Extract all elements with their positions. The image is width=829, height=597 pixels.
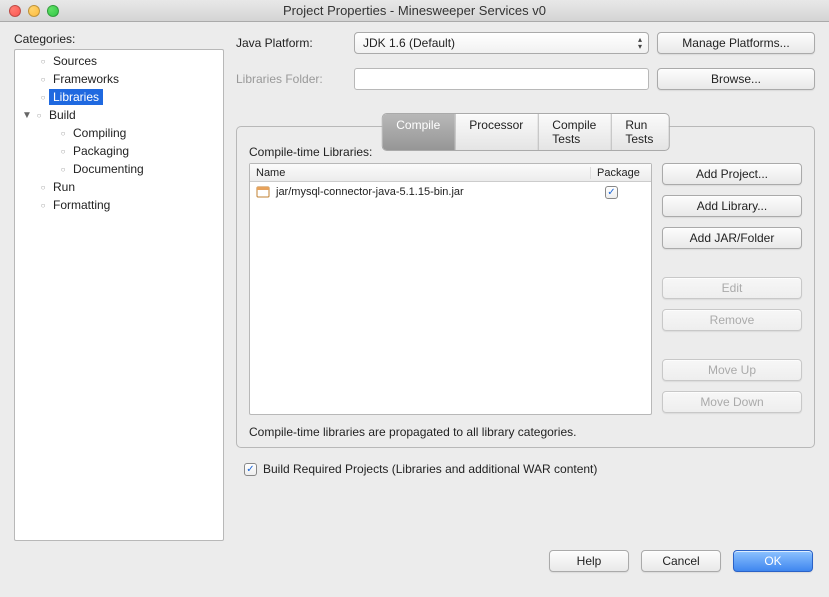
tab-label: Compile Tests bbox=[552, 118, 596, 146]
tab-run-tests[interactable]: Run Tests bbox=[611, 114, 668, 150]
libraries-section: Compile Processor Compile Tests Run Test… bbox=[236, 126, 815, 448]
ok-button[interactable]: OK bbox=[733, 550, 813, 572]
tree-item-run[interactable]: ○ Run bbox=[15, 178, 223, 196]
jar-icon bbox=[256, 185, 270, 199]
java-platform-label: Java Platform: bbox=[236, 36, 346, 50]
close-icon[interactable] bbox=[9, 5, 21, 17]
button-label: OK bbox=[764, 554, 781, 568]
disclosure-triangle-icon[interactable]: ▼ bbox=[21, 110, 33, 121]
window-title: Project Properties - Minesweeper Service… bbox=[0, 3, 829, 18]
bullet-icon: ○ bbox=[37, 93, 49, 102]
move-down-button: Move Down bbox=[662, 391, 802, 413]
categories-tree[interactable]: ○ Sources ○ Frameworks ○ Libraries ▼ ○ B… bbox=[14, 49, 224, 541]
remove-button: Remove bbox=[662, 309, 802, 331]
combo-arrows-icon: ▴▾ bbox=[638, 36, 642, 50]
table-header: Name Package bbox=[250, 164, 651, 182]
add-library-button[interactable]: Add Library... bbox=[662, 195, 802, 217]
edit-button: Edit bbox=[662, 277, 802, 299]
tree-item-libraries[interactable]: ○ Libraries bbox=[15, 88, 223, 106]
tree-label: Build bbox=[45, 107, 80, 123]
tree-item-compiling[interactable]: ○ Compiling bbox=[15, 124, 223, 142]
bullet-icon: ○ bbox=[33, 111, 45, 120]
bullet-icon: ○ bbox=[37, 75, 49, 84]
tab-label: Run Tests bbox=[625, 118, 653, 146]
bullet-icon: ○ bbox=[37, 183, 49, 192]
add-jar-button[interactable]: Add JAR/Folder bbox=[662, 227, 802, 249]
button-label: Add JAR/Folder bbox=[690, 231, 775, 245]
bullet-icon: ○ bbox=[37, 57, 49, 66]
tree-item-formatting[interactable]: ○ Formatting bbox=[15, 196, 223, 214]
button-label: Add Project... bbox=[696, 167, 768, 181]
column-package[interactable]: Package bbox=[591, 167, 651, 179]
libraries-folder-label: Libraries Folder: bbox=[236, 72, 346, 86]
tree-item-frameworks[interactable]: ○ Frameworks bbox=[15, 70, 223, 88]
tree-item-sources[interactable]: ○ Sources bbox=[15, 52, 223, 70]
button-label: Help bbox=[577, 554, 602, 568]
tree-label: Documenting bbox=[69, 161, 148, 177]
cancel-button[interactable]: Cancel bbox=[641, 550, 721, 572]
tab-compile[interactable]: Compile bbox=[382, 114, 455, 150]
button-label: Remove bbox=[710, 313, 755, 327]
libraries-footnote: Compile-time libraries are propagated to… bbox=[249, 425, 802, 439]
bullet-icon: ○ bbox=[57, 147, 69, 156]
titlebar: Project Properties - Minesweeper Service… bbox=[0, 0, 829, 22]
zoom-icon[interactable] bbox=[47, 5, 59, 17]
column-name[interactable]: Name bbox=[250, 167, 591, 179]
tree-item-build[interactable]: ▼ ○ Build bbox=[15, 106, 223, 124]
tree-label: Packaging bbox=[69, 143, 133, 159]
add-project-button[interactable]: Add Project... bbox=[662, 163, 802, 185]
tree-label: Sources bbox=[49, 53, 101, 69]
move-up-button: Move Up bbox=[662, 359, 802, 381]
button-label: Move Up bbox=[708, 363, 756, 377]
tree-label: Frameworks bbox=[49, 71, 123, 87]
bullet-icon: ○ bbox=[37, 201, 49, 210]
button-label: Add Library... bbox=[697, 199, 767, 213]
build-required-checkbox[interactable]: ✓ bbox=[244, 463, 257, 476]
package-checkbox[interactable]: ✓ bbox=[605, 186, 618, 199]
java-platform-value: JDK 1.6 (Default) bbox=[363, 36, 455, 50]
libraries-table[interactable]: Name Package jar/mysql-connector-java-5.… bbox=[249, 163, 652, 415]
tree-label: Run bbox=[49, 179, 79, 195]
categories-heading: Categories: bbox=[14, 32, 224, 46]
help-button[interactable]: Help bbox=[549, 550, 629, 572]
dialog-button-bar: Help Cancel OK bbox=[0, 545, 829, 587]
tree-item-packaging[interactable]: ○ Packaging bbox=[15, 142, 223, 160]
tab-processor[interactable]: Processor bbox=[455, 114, 538, 150]
libraries-folder-field[interactable] bbox=[354, 68, 649, 90]
tab-label: Processor bbox=[469, 118, 523, 132]
button-label: Move Down bbox=[700, 395, 763, 409]
tab-label: Compile bbox=[396, 118, 440, 132]
tree-item-documenting[interactable]: ○ Documenting bbox=[15, 160, 223, 178]
browse-button[interactable]: Browse... bbox=[657, 68, 815, 90]
build-required-label: Build Required Projects (Libraries and a… bbox=[263, 462, 597, 476]
tree-label: Compiling bbox=[69, 125, 130, 141]
button-label: Edit bbox=[722, 281, 743, 295]
tab-compile-tests[interactable]: Compile Tests bbox=[538, 114, 611, 150]
libraries-tabs: Compile Processor Compile Tests Run Test… bbox=[381, 113, 670, 151]
bullet-icon: ○ bbox=[57, 165, 69, 174]
manage-platforms-button[interactable]: Manage Platforms... bbox=[657, 32, 815, 54]
button-label: Cancel bbox=[662, 554, 699, 568]
window-controls bbox=[0, 5, 59, 17]
button-label: Browse... bbox=[711, 72, 761, 86]
bullet-icon: ○ bbox=[57, 129, 69, 138]
library-name: jar/mysql-connector-java-5.1.15-bin.jar bbox=[276, 186, 464, 198]
minimize-icon[interactable] bbox=[28, 5, 40, 17]
java-platform-combo[interactable]: JDK 1.6 (Default) ▴▾ bbox=[354, 32, 649, 54]
button-label: Manage Platforms... bbox=[682, 36, 789, 50]
table-row[interactable]: jar/mysql-connector-java-5.1.15-bin.jar … bbox=[250, 182, 651, 202]
tree-label: Libraries bbox=[49, 89, 103, 105]
tree-label: Formatting bbox=[49, 197, 114, 213]
